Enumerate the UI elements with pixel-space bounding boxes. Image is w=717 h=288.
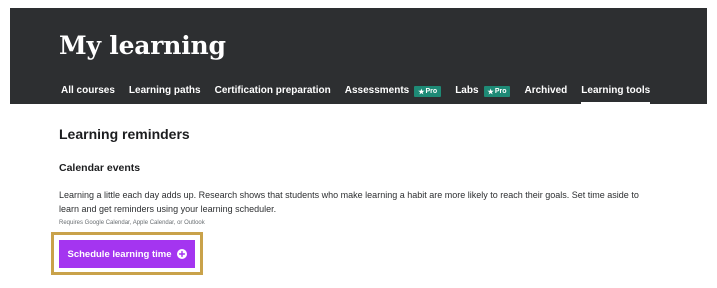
tab-label: Archived [524, 85, 568, 96]
pro-badge-label: Pro [425, 88, 438, 95]
tab-label: Learning paths [128, 85, 201, 96]
calendar-requirements-note: Requires Google Calendar, Apple Calendar… [59, 220, 205, 226]
section-title: Learning reminders [59, 126, 190, 142]
learning-reminders-section: Learning reminders Calendar events Learn… [59, 126, 659, 226]
pro-badge: ★ Pro [414, 86, 442, 97]
calendar-events-title: Calendar events [59, 162, 141, 174]
pro-badge-label: Pro [494, 88, 507, 95]
tab-label: Labs [455, 85, 479, 96]
tab-label: Assessments [344, 85, 410, 96]
pro-badge: ★ Pro [483, 86, 511, 97]
star-icon: ★ [487, 88, 494, 96]
tab-learning-tools[interactable]: Learning tools [581, 82, 651, 105]
tab-assessments[interactable]: Assessments ★ Pro [344, 82, 442, 104]
tab-learning-paths[interactable]: Learning paths [129, 82, 201, 104]
tab-label: Learning tools [581, 85, 651, 96]
tab-all-courses[interactable]: All courses [61, 82, 115, 104]
tab-archived[interactable]: Archived [524, 82, 567, 104]
tab-bar: All courses Learning paths Certification… [61, 82, 664, 105]
schedule-button-label: Schedule learning time [67, 248, 172, 260]
tab-certification-preparation[interactable]: Certification preparation [215, 82, 331, 104]
calendar-events-description: Learning a little each day adds up. Rese… [59, 190, 639, 214]
tab-labs[interactable]: Labs ★ Pro [455, 82, 511, 104]
star-icon: ★ [418, 88, 425, 96]
schedule-learning-time-button[interactable]: Schedule learning time [59, 240, 195, 268]
tab-label: Certification preparation [214, 85, 331, 96]
page-title: My learning [59, 31, 226, 60]
plus-circle-icon [176, 249, 187, 259]
tab-label: All courses [61, 85, 115, 96]
page-header: My learning All courses Learning paths C… [10, 8, 707, 105]
